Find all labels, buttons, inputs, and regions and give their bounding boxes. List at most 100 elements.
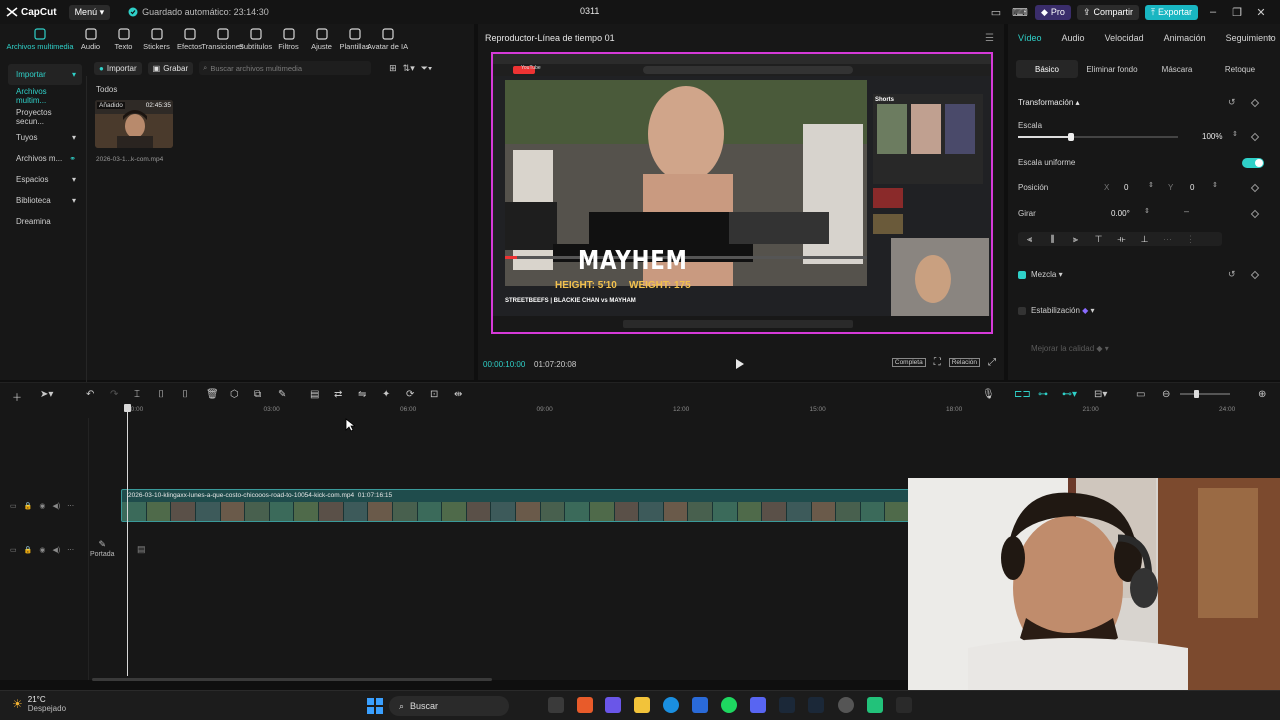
play-button[interactable] <box>735 358 745 370</box>
split-right-icon[interactable]: ⌷ <box>182 389 188 400</box>
tool-tab-subtitles[interactable]: Subtítulos <box>239 28 272 51</box>
distribute-v-icon[interactable]: ⋮ <box>1179 234 1202 245</box>
snap-icon[interactable]: ⊟▾ <box>1094 389 1107 400</box>
video-preview[interactable]: MAYHEM HEIGHT: 5'10 WEIGHT: 175 STREETBE… <box>491 52 993 334</box>
pro-button[interactable]: ◆ Pro <box>1035 4 1071 20</box>
tool-tab-sticker[interactable]: Stickers <box>140 28 173 51</box>
steam-icon[interactable] <box>779 697 795 713</box>
redo-icon[interactable]: ↷ <box>110 389 118 400</box>
cover-button[interactable]: ✎ Portada <box>90 539 115 558</box>
zoom-slider[interactable] <box>1180 390 1230 398</box>
preview-axis-icon[interactable]: ⊷▾ <box>1062 389 1077 400</box>
inspector-tab-1[interactable]: Audio <box>1062 33 1085 43</box>
chevron-right-icon[interactable]: › <box>1269 32 1272 42</box>
sidebar-item-media-files[interactable]: Archivos multim... <box>8 85 82 106</box>
reverse-icon[interactable]: ⇄ <box>334 389 342 400</box>
lock-icon[interactable]: 🔒 <box>24 546 33 554</box>
inspector-tab-3[interactable]: Animación <box>1164 33 1206 43</box>
uniform-scale-toggle[interactable] <box>1242 158 1264 168</box>
microphone-icon[interactable]: 🎙 <box>982 389 995 400</box>
subtab-mask[interactable]: Máscara <box>1146 60 1208 78</box>
magnet-icon[interactable]: ⊏⊐ <box>1014 389 1031 400</box>
scale-slider[interactable] <box>1018 133 1178 141</box>
zoom-out-icon[interactable]: ⊖ <box>1162 389 1170 400</box>
eye-icon[interactable]: ◉ <box>39 502 45 510</box>
subtitle-track-icon[interactable]: ▭ <box>1136 389 1145 400</box>
crop-icon[interactable]: ⧉ <box>254 389 261 400</box>
minimize-icon[interactable]: – <box>1204 4 1222 20</box>
share-button[interactable]: ⇪ Compartir <box>1076 4 1139 20</box>
grid-view-icon[interactable]: ⊞ <box>389 63 397 74</box>
stabilize-checkbox[interactable] <box>1018 307 1026 315</box>
app-icon[interactable] <box>867 697 883 713</box>
weather-widget[interactable]: ☀ 21°C Despejado <box>12 695 66 713</box>
more-icon[interactable]: ⋯ <box>67 502 74 510</box>
full-quality-button[interactable]: Completa <box>891 358 926 367</box>
tool-tab-media[interactable]: Archivos multimedia <box>6 28 74 51</box>
marker-icon[interactable]: ⬡ <box>230 389 239 400</box>
sort-icon[interactable]: ⇅▾ <box>403 63 415 74</box>
fit-screen-icon[interactable]: ⛶ <box>934 357 941 368</box>
steam-2-icon[interactable] <box>808 697 824 713</box>
sidebar-item-yours[interactable]: Tuyos ▾ <box>8 127 82 148</box>
rotate-value[interactable]: 0.00° <box>1111 209 1130 218</box>
media-thumbnail[interactable]: Añadido 02:45:35 <box>95 100 173 148</box>
stepper-icon[interactable]: ⇕ <box>1212 181 1218 189</box>
brave-icon[interactable] <box>577 697 593 713</box>
distribute-h-icon[interactable]: ⋯ <box>1156 234 1179 245</box>
magic-wand-icon[interactable]: ✦ <box>382 389 390 400</box>
video-clip[interactable]: 2026-03-10-klingaxx-lunes-a-que-costo-ch… <box>121 489 911 522</box>
file-explorer-icon[interactable] <box>634 697 650 713</box>
align-right-icon[interactable]: ⫸ <box>1064 234 1087 245</box>
menu-button[interactable]: Menú ▾ <box>68 4 111 20</box>
keyframe-icon[interactable] <box>1250 209 1260 219</box>
zoom-slider-handle[interactable] <box>1194 390 1199 398</box>
task-view-icon[interactable] <box>548 697 564 713</box>
scale-slider-handle[interactable] <box>1067 133 1074 141</box>
spotify-icon[interactable] <box>721 697 737 713</box>
subtab-basic[interactable]: Básico <box>1016 60 1078 78</box>
freeze-icon[interactable]: ▤ <box>310 389 319 400</box>
select-tool-icon[interactable]: ➤▾ <box>40 389 53 400</box>
media-search-input[interactable]: ⌕ Buscar archivos multimedia <box>199 61 372 75</box>
fullscreen-icon[interactable]: ⤢ <box>988 357 996 368</box>
align-center-h-icon[interactable]: ⫼ <box>1041 234 1064 245</box>
tool-tab-filters[interactable]: Filtros <box>272 28 305 51</box>
subtab-remove-bg[interactable]: Eliminar fondo <box>1078 60 1146 78</box>
filter-icon[interactable]: ⏷▾ <box>421 63 433 74</box>
tool-tab-ai-avatar[interactable]: Avatar de IA <box>367 28 408 51</box>
sidebar-item-spaces[interactable]: Espacios ▾ <box>8 169 82 190</box>
undo-icon[interactable]: ↶ <box>86 389 94 400</box>
copilot-icon[interactable] <box>605 697 621 713</box>
mirror-icon[interactable]: ⇋ <box>358 389 366 400</box>
scale-value[interactable]: 100% <box>1202 132 1222 141</box>
stabilize-section[interactable]: Estabilización ◆ ▾ <box>1031 306 1095 315</box>
split-icon[interactable]: ⌶ <box>134 389 140 400</box>
split-left-icon[interactable]: ⌷ <box>158 389 164 400</box>
sidebar-item-import[interactable]: Importar ▾ <box>8 64 82 85</box>
lock-icon[interactable]: 🔒 <box>24 502 33 510</box>
aspect-ratio-button[interactable]: Relación <box>948 358 980 367</box>
transform-section[interactable]: Transformación ▴ <box>1018 98 1080 107</box>
edge-icon[interactable] <box>663 697 679 713</box>
stepper-icon[interactable]: ⇕ <box>1144 207 1150 215</box>
eye-icon[interactable]: ◉ <box>39 546 45 554</box>
tool-tab-audio[interactable]: Audio <box>74 28 107 51</box>
filter-all[interactable]: Todos <box>96 85 117 94</box>
align-center-v-icon[interactable]: ⟛ <box>1110 234 1133 245</box>
fit-icon[interactable]: ⊡ <box>430 389 438 400</box>
align-bottom-icon[interactable]: ⊥ <box>1133 234 1156 245</box>
keyframe-icon[interactable] <box>1250 98 1260 108</box>
layout-icon[interactable]: ▭ <box>987 4 1005 20</box>
menu-icon[interactable]: ☰ <box>985 33 994 44</box>
rotate-icon[interactable]: ⟳ <box>406 389 414 400</box>
close-icon[interactable]: ✕ <box>1252 4 1270 20</box>
playhead[interactable] <box>127 404 128 676</box>
taskbar-search[interactable]: ⌕ Buscar <box>389 696 509 716</box>
align-top-icon[interactable]: ⊤ <box>1087 234 1110 245</box>
export-button[interactable]: ⤒ Exportar <box>1145 4 1198 20</box>
empty-clip-icon[interactable]: ▤ <box>137 544 146 555</box>
tool-tab-adjust[interactable]: Ajuste <box>305 28 338 51</box>
maximize-icon[interactable]: ❐ <box>1228 4 1246 20</box>
rotate-dial-icon[interactable]: – <box>1184 206 1189 216</box>
